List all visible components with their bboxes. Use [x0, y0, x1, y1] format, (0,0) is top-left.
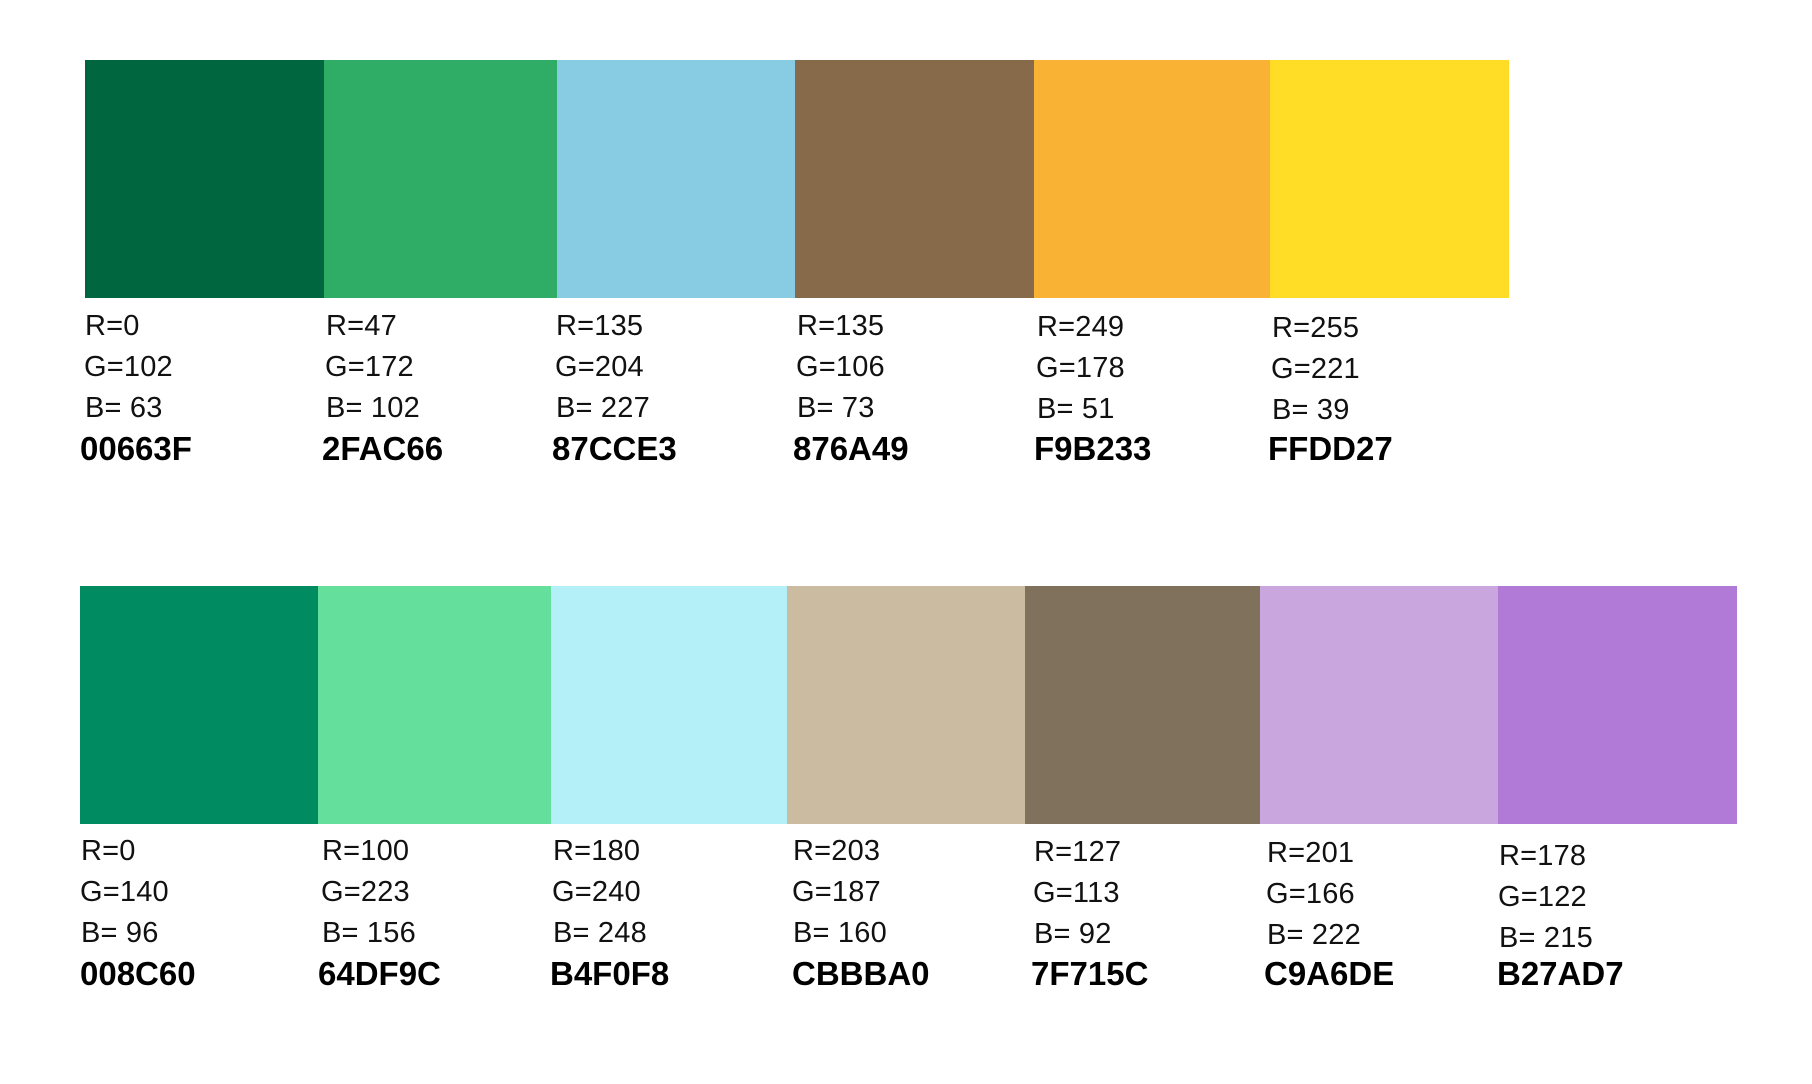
hex-code: 2FAC66	[322, 430, 444, 467]
blue-value: B= 39	[1272, 394, 1350, 426]
hex-code: C9A6DE	[1264, 955, 1395, 992]
green-value: G=172	[325, 351, 414, 383]
green-value: G=240	[552, 876, 641, 908]
color-swatch	[1260, 586, 1498, 824]
red-value: R=201	[1267, 837, 1355, 869]
red-value: R=135	[556, 310, 644, 342]
hex-code: 7F715C	[1031, 955, 1149, 992]
blue-value: B= 215	[1499, 922, 1593, 954]
color-swatch	[551, 586, 787, 824]
color-swatch	[324, 60, 557, 298]
hex-code: 876A49	[793, 430, 909, 467]
green-value: G=223	[321, 876, 410, 908]
blue-value: B= 51	[1037, 393, 1115, 425]
green-value: G=122	[1498, 881, 1587, 913]
green-value: G=221	[1271, 353, 1360, 385]
hex-code: B4F0F8	[550, 955, 670, 992]
blue-value: B= 227	[556, 392, 650, 424]
palette-row-2: R=0 G=140 B= 96 008C60 R=100 G=223 B= 15…	[0, 0, 1812, 990]
hex-code: 64DF9C	[318, 955, 441, 992]
green-value: G=166	[1266, 878, 1355, 910]
green-value: G=113	[1033, 877, 1120, 909]
color-swatch	[318, 586, 551, 824]
hex-code: 008C60	[80, 955, 196, 992]
hex-code: CBBBA0	[792, 955, 930, 992]
green-value: G=140	[80, 876, 169, 908]
hex-code: FFDD27	[1268, 430, 1393, 467]
red-value: R=180	[553, 835, 641, 867]
red-value: R=100	[322, 835, 410, 867]
color-swatch	[557, 60, 795, 298]
hex-code: B27AD7	[1497, 955, 1624, 992]
blue-value: B= 160	[793, 917, 887, 949]
red-value: R=0	[81, 835, 136, 867]
green-value: G=204	[555, 351, 644, 383]
red-value: R=47	[326, 310, 397, 342]
red-value: R=249	[1037, 311, 1125, 343]
blue-value: B= 96	[81, 917, 159, 949]
green-value: G=106	[796, 351, 885, 383]
hex-code: 87CCE3	[552, 430, 677, 467]
red-value: R=135	[797, 310, 885, 342]
color-swatch	[1498, 586, 1737, 824]
green-value: G=102	[84, 351, 173, 383]
blue-value: B= 248	[553, 917, 647, 949]
hex-code: 00663F	[80, 430, 192, 467]
red-value: R=255	[1272, 312, 1360, 344]
red-value: R=178	[1499, 840, 1587, 872]
red-value: R=0	[85, 310, 140, 342]
blue-value: B= 102	[326, 392, 420, 424]
green-value: G=187	[792, 876, 881, 908]
color-swatch	[85, 60, 324, 298]
blue-value: B= 92	[1034, 918, 1112, 950]
blue-value: B= 222	[1267, 919, 1361, 951]
blue-value: B= 63	[85, 392, 163, 424]
color-swatch	[787, 586, 1025, 824]
green-value: G=178	[1036, 352, 1125, 384]
blue-value: B= 73	[797, 392, 875, 424]
color-swatch	[795, 60, 1034, 298]
color-swatch	[1270, 60, 1509, 298]
red-value: R=127	[1034, 836, 1122, 868]
color-swatch	[1025, 586, 1260, 824]
color-swatch	[80, 586, 318, 824]
blue-value: B= 156	[322, 917, 416, 949]
color-swatch	[1034, 60, 1270, 298]
red-value: R=203	[793, 835, 881, 867]
hex-code: F9B233	[1034, 430, 1152, 467]
